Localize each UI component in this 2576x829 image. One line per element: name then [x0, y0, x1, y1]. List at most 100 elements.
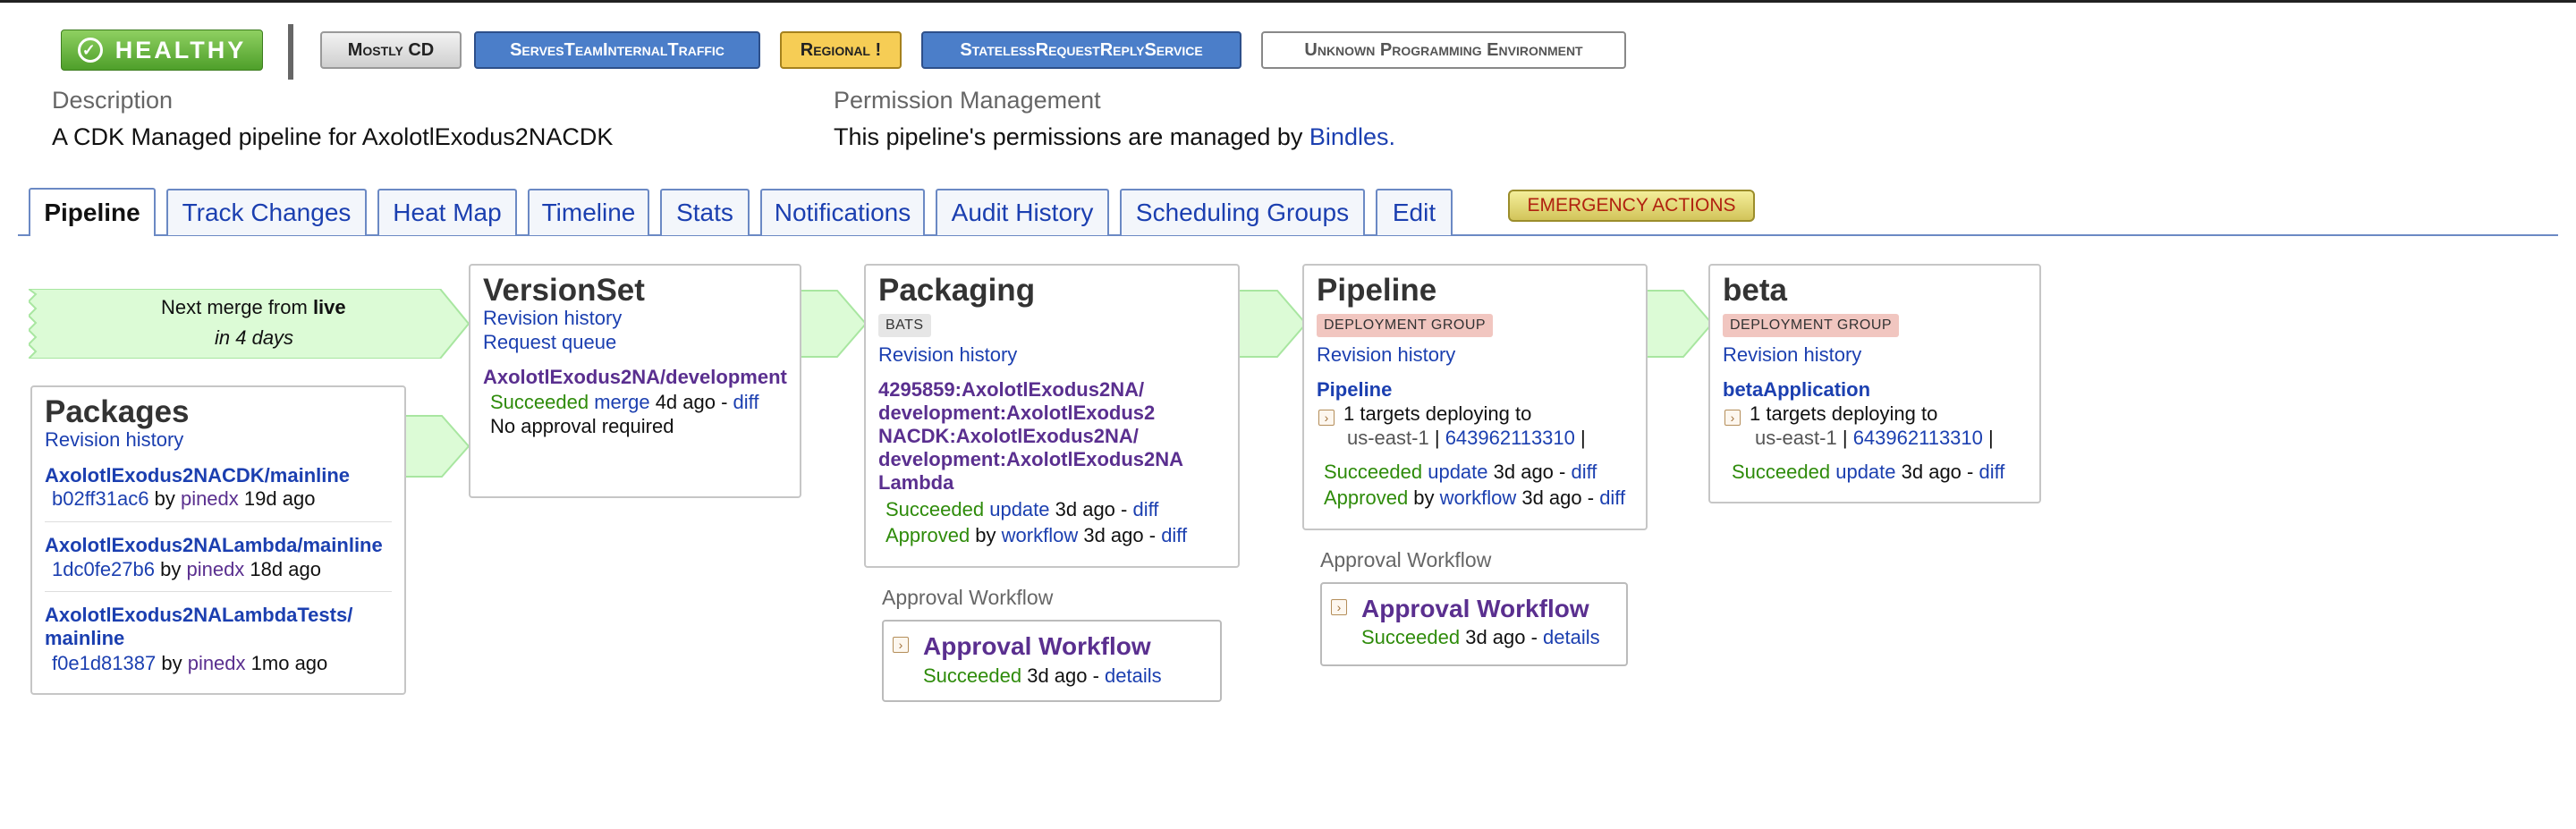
emergency-actions-button[interactable]: EMERGENCY ACTIONS: [1508, 190, 1755, 222]
targets-text: 1 targets deploying to: [1750, 402, 1938, 425]
packaging-arrow: [1238, 289, 1309, 359]
tab-track-changes[interactable]: Track Changes: [166, 189, 367, 235]
target-region-line: us-east-1 | 643962113310 |: [1347, 427, 1586, 450]
pipeline-target-link[interactable]: Pipeline: [1317, 378, 1392, 402]
update-link[interactable]: update: [1835, 461, 1895, 483]
age-text: 3d ago -: [1487, 461, 1572, 483]
tab-timeline[interactable]: Timeline: [528, 189, 649, 235]
chevron-right-icon[interactable]: ›: [1331, 599, 1347, 615]
update-link[interactable]: update: [1428, 461, 1487, 483]
healthy-label: HEALTHY: [114, 36, 247, 63]
commit-link[interactable]: f0e1d81387: [52, 652, 156, 674]
diff-link[interactable]: diff: [733, 391, 759, 413]
by-text: by: [156, 652, 188, 674]
package-link-continued[interactable]: mainline: [45, 627, 124, 650]
package-link[interactable]: AxolotlExodus2NACDK/mainline: [45, 464, 350, 487]
tab-edit[interactable]: Edit: [1376, 189, 1453, 235]
diff-link[interactable]: diff: [1132, 498, 1158, 520]
package-commit-line: b02ff31ac6 by pinedx 19d ago: [52, 487, 315, 511]
by-text: by: [148, 487, 181, 510]
pipe-separator: |: [1988, 427, 1994, 449]
details-link[interactable]: details: [1105, 664, 1162, 687]
succeeded-text: Succeeded: [1324, 461, 1423, 483]
approval-workflow-link[interactable]: Approval Workflow: [923, 632, 1151, 661]
update-link[interactable]: update: [989, 498, 1049, 520]
beta-target-link[interactable]: betaApplication: [1723, 378, 1870, 402]
pipeline-revision-history-link[interactable]: Revision history: [1317, 343, 1455, 367]
merge-link[interactable]: merge: [594, 391, 649, 413]
bats-pill: BATS: [878, 314, 931, 337]
commit-link[interactable]: b02ff31ac6: [52, 487, 148, 510]
packages-revision-history-link[interactable]: Revision history: [45, 428, 183, 452]
next-merge-prefix: Next merge from: [161, 296, 313, 318]
author-link[interactable]: pinedx: [181, 487, 239, 510]
tab-stats[interactable]: Stats: [660, 189, 750, 235]
healthy-badge: ✓ HEALTHY: [61, 30, 263, 71]
diff-link[interactable]: diff: [1161, 524, 1187, 546]
tag-serves-team-internal-traffic[interactable]: ServesTeamInternalTraffic: [474, 31, 760, 69]
chevron-right-icon[interactable]: ›: [1724, 410, 1741, 426]
package-commit-line: f0e1d81387 by pinedx 1mo ago: [52, 652, 327, 675]
chevron-right-icon[interactable]: ›: [1318, 410, 1335, 426]
permission-text: This pipeline's permissions are managed …: [834, 123, 1395, 151]
pipe-separator: |: [1580, 427, 1586, 449]
tab-notifications[interactable]: Notifications: [760, 189, 925, 235]
age-text: 3d ago -: [1516, 486, 1600, 509]
age-text: 18d ago: [244, 558, 321, 580]
target-region-line: us-east-1 | 643962113310 |: [1755, 427, 1994, 450]
versionset-revision-history-link[interactable]: Revision history: [483, 307, 622, 330]
author-link[interactable]: pinedx: [186, 558, 244, 580]
approval-workflow-link[interactable]: Approval Workflow: [1361, 595, 1589, 623]
tab-pipeline[interactable]: Pipeline: [29, 188, 156, 236]
age-text: 19d ago: [238, 487, 316, 510]
diff-link[interactable]: diff: [1571, 461, 1597, 483]
versionset-name-link[interactable]: AxolotlExodus2NA/development: [483, 366, 787, 389]
tag-stateless-request-reply-service[interactable]: StatelessRequestReplyService: [921, 31, 1241, 69]
succeeded-text: Succeeded: [923, 664, 1022, 687]
package-link[interactable]: AxolotlExodus2NALambda/mainline: [45, 534, 383, 557]
tab-scheduling-groups[interactable]: Scheduling Groups: [1120, 189, 1365, 235]
tag-regional[interactable]: Regional !: [780, 31, 902, 69]
age-text: 3d ago -: [1049, 498, 1133, 520]
packaging-name-link[interactable]: development:AxolotlExodus2NA: [878, 448, 1183, 471]
commit-link[interactable]: 1dc0fe27b6: [52, 558, 155, 580]
deployment-group-pill: DEPLOYMENT GROUP: [1723, 314, 1900, 337]
packaging-name-link[interactable]: NACDK:AxolotlExodus2NA/: [878, 425, 1139, 448]
request-queue-link[interactable]: Request queue: [483, 331, 616, 354]
author-link[interactable]: pinedx: [188, 652, 246, 674]
diff-link[interactable]: diff: [1599, 486, 1625, 509]
targets-text: 1 targets deploying to: [1343, 402, 1532, 425]
by-text: by: [970, 524, 1002, 546]
merge-eta: in 4 days: [215, 326, 294, 349]
divider: [288, 24, 293, 80]
permission-text-prefix: This pipeline's permissions are managed …: [834, 123, 1309, 150]
workflow-link[interactable]: workflow: [1002, 524, 1079, 546]
tag-mostly-cd[interactable]: Mostly CD: [320, 31, 462, 69]
beta-status-line: Succeeded update 3d ago - diff: [1732, 461, 2004, 484]
chevron-right-icon[interactable]: ›: [893, 637, 909, 653]
tag-unknown-programming-environment[interactable]: Unknown Programming Environment: [1261, 31, 1626, 69]
packaging-name-link[interactable]: 4295859:AxolotlExodus2NA/: [878, 378, 1144, 402]
account-link[interactable]: 643962113310: [1445, 427, 1575, 449]
account-link[interactable]: 643962113310: [1853, 427, 1983, 449]
pipe-separator: |: [1434, 427, 1440, 449]
age-text: 1mo ago: [245, 652, 328, 674]
package-link[interactable]: AxolotlExodus2NALambdaTests/: [45, 604, 352, 627]
diff-link[interactable]: diff: [1979, 461, 2004, 483]
approved-text: Approved: [1324, 486, 1409, 509]
packaging-name-link[interactable]: development:AxolotlExodus2: [878, 402, 1155, 425]
packaging-revision-history-link[interactable]: Revision history: [878, 343, 1017, 367]
next-merge-text: Next merge from live: [161, 296, 346, 319]
description-label: Description: [52, 87, 174, 114]
packaging-name-link[interactable]: Lambda: [878, 471, 953, 495]
workflow-status-line: Succeeded 3d ago - details: [1361, 626, 1600, 649]
details-link[interactable]: details: [1543, 626, 1600, 648]
pipeline-approval-line: Approved by workflow 3d ago - diff: [1324, 486, 1625, 510]
tab-heat-map[interactable]: Heat Map: [377, 189, 517, 235]
permission-label: Permission Management: [834, 87, 1101, 114]
description-text: A CDK Managed pipeline for AxolotlExodus…: [52, 123, 614, 150]
beta-revision-history-link[interactable]: Revision history: [1723, 343, 1861, 367]
bindles-link[interactable]: Bindles.: [1309, 123, 1395, 150]
tab-audit-history[interactable]: Audit History: [936, 189, 1109, 235]
workflow-link[interactable]: workflow: [1440, 486, 1517, 509]
